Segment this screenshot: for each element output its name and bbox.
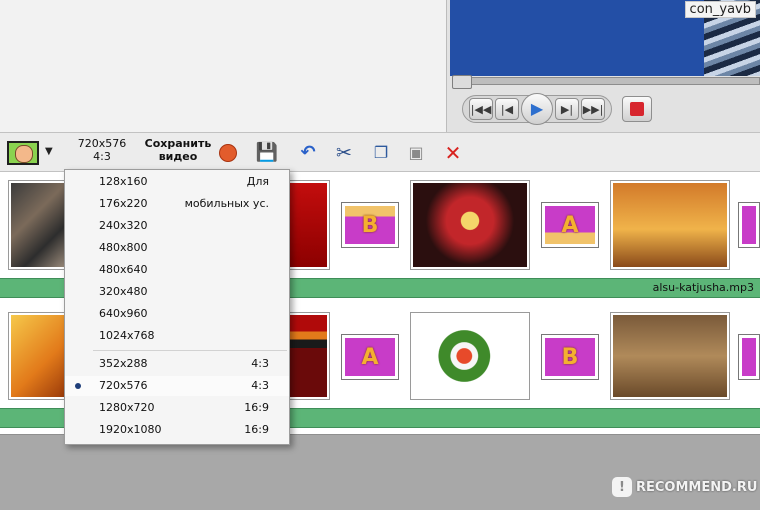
scissors-icon[interactable]: ✂ (333, 142, 355, 164)
menu-item-res[interactable]: 320x480 (65, 282, 289, 302)
transition-tile[interactable]: A (541, 202, 599, 248)
skip-end-icon: ▶▶| (582, 102, 604, 116)
delete-icon[interactable]: ✕ (442, 142, 464, 164)
menu-item-res[interactable]: 352x288 4:3 (65, 354, 289, 374)
watermark-text: RECOMMEND.RU (636, 479, 758, 495)
resolution-value: 720x576 (77, 137, 127, 150)
clip-thumbnail (11, 315, 65, 397)
menu-item-res[interactable]: 128x160 Для (65, 172, 289, 192)
save-video-label-1: Сохранить (144, 137, 212, 150)
video-preview: con_yavb (450, 0, 760, 76)
preview-overlay-label: con_yavb (684, 1, 756, 18)
menu-item-res[interactable]: 480x640 (65, 260, 289, 280)
clip-thumbnail (413, 183, 527, 267)
aspect-ratio-value: 4:3 (93, 150, 111, 163)
mobile-note: мобильных ус. (184, 197, 269, 210)
transition-tile[interactable] (738, 334, 760, 380)
undo-icon[interactable]: ↶ (297, 142, 319, 164)
prev-frame-button[interactable]: |◀ (495, 98, 519, 120)
resolution-dropdown-menu: 128x160 Для 176x220 мобильных ус. 240x32… (64, 169, 290, 445)
clip-victory-day[interactable] (610, 180, 730, 270)
stop-button[interactable] (622, 96, 652, 122)
clip-flowers[interactable] (410, 312, 530, 400)
audio-track-label: alsu-katjusha.mp3 (652, 281, 754, 294)
menu-item-res-selected[interactable]: 720x576 4:3 (65, 376, 289, 396)
clip-thumbnail (11, 183, 65, 267)
clip-veterans[interactable] (8, 180, 68, 270)
transition-tile[interactable]: B (541, 334, 599, 380)
menu-item-res[interactable]: 1024x768 (65, 326, 289, 346)
clip-thumbnail (288, 183, 327, 267)
menu-item-res[interactable]: 1280x720 16:9 (65, 398, 289, 418)
clip-thumbnail (613, 183, 727, 267)
go-to-start-button[interactable]: |◀◀ (469, 98, 493, 120)
face-icon (15, 145, 33, 163)
seek-handle[interactable] (452, 75, 472, 89)
transition-tile[interactable]: B (341, 202, 399, 248)
step-back-icon: |◀ (500, 102, 514, 116)
watermark: ! RECOMMEND.RU (612, 474, 757, 500)
copy-icon[interactable]: ❐ (370, 142, 392, 164)
transition-tile[interactable]: A (341, 334, 399, 380)
transition-letter: B (561, 344, 579, 370)
seek-bar[interactable] (452, 77, 760, 85)
transition-letter: B (361, 212, 379, 238)
play-icon: ▶ (530, 99, 544, 118)
menu-item-res[interactable]: 480x800 (65, 238, 289, 258)
save-video-label-2: видео (158, 150, 198, 163)
transition-letter: A (561, 212, 579, 238)
record-disc-icon[interactable] (217, 142, 239, 164)
resolution-selector[interactable]: 720x576 4:3 (72, 137, 132, 163)
skip-start-icon: |◀◀ (470, 102, 492, 116)
clip-orange-ribbon[interactable] (8, 312, 68, 400)
clip-wood-photos[interactable] (610, 312, 730, 400)
clip-thumbnail (413, 315, 527, 397)
mobile-note: Для (246, 175, 269, 188)
go-to-end-button[interactable]: ▶▶| (581, 98, 605, 120)
clip-red[interactable] (285, 180, 330, 270)
floppy-disk-icon[interactable]: 💾 (256, 142, 278, 164)
menu-item-res[interactable]: 176x220 мобильных ус. (65, 194, 289, 214)
chevron-down-icon[interactable]: ▼ (45, 146, 53, 157)
radio-dot-icon (75, 383, 81, 389)
media-panel (0, 0, 447, 132)
stop-icon (630, 102, 644, 116)
project-thumbnail-button[interactable] (7, 141, 39, 165)
step-forward-icon: ▶| (560, 102, 574, 116)
exclamation-icon: ! (612, 477, 632, 497)
transport-controls: |◀◀ |◀ ▶ ▶| ▶▶| (462, 93, 612, 125)
menu-item-res[interactable]: 640x960 (65, 304, 289, 324)
clip-thumbnail (288, 315, 327, 397)
menu-separator (93, 350, 287, 351)
transition-tile[interactable] (738, 202, 760, 248)
clip-ribbon-dark[interactable] (285, 312, 330, 400)
clip-thumbnail (613, 315, 727, 397)
menu-item-res[interactable]: 1920x1080 16:9 (65, 420, 289, 440)
menu-item-res[interactable]: 240x320 (65, 216, 289, 236)
clip-9-may[interactable] (410, 180, 530, 270)
save-video-button[interactable]: Сохранить видео (140, 137, 216, 163)
transition-letter: A (361, 344, 379, 370)
next-frame-button[interactable]: ▶| (555, 98, 579, 120)
play-button[interactable]: ▶ (521, 93, 553, 125)
paste-icon[interactable]: ▣ (405, 142, 427, 164)
